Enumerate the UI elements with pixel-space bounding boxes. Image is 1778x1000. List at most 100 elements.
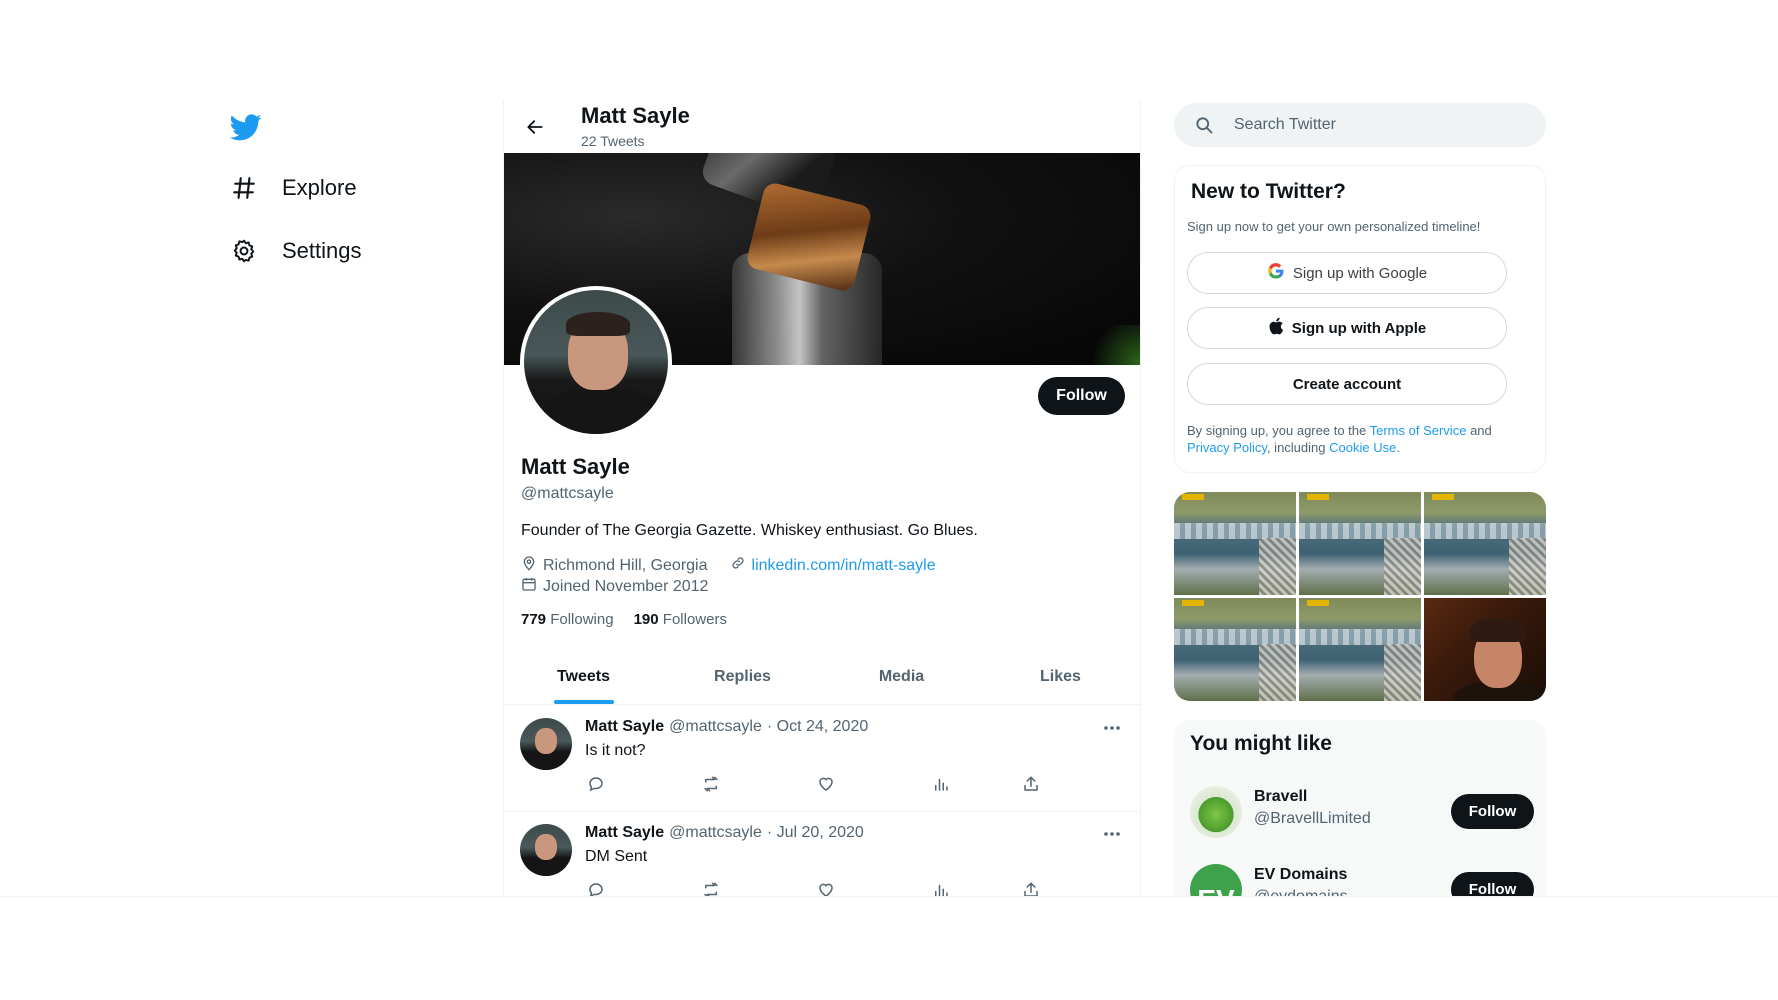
retweet-icon[interactable]: [700, 879, 722, 896]
signup-subtitle: Sign up now to get your own personalized…: [1187, 219, 1481, 234]
back-arrow-icon[interactable]: [520, 112, 550, 142]
create-account-button[interactable]: Create account: [1187, 363, 1507, 405]
profile-location: Richmond Hill, Georgia: [543, 556, 708, 574]
header-profile-name: Matt Sayle: [581, 103, 690, 128]
nav-settings[interactable]: Settings: [230, 237, 362, 265]
page-footer-blank: [0, 896, 1778, 1000]
tweet-avatar[interactable]: [520, 718, 572, 770]
profile-meta: Richmond Hill, Georgia linkedin.com/in/m…: [521, 555, 936, 576]
nav-explore-label: Explore: [282, 175, 357, 200]
suggested-handle: @BravellLimited: [1254, 810, 1371, 827]
tweet-avatar-shirt: [526, 752, 566, 770]
views-icon[interactable]: [930, 879, 952, 896]
following-stat[interactable]: 779 Following: [521, 611, 614, 628]
tweet-text: Is it not?: [585, 742, 646, 759]
media-rocks: [1384, 644, 1421, 701]
tab-replies[interactable]: Replies: [663, 650, 822, 704]
share-icon[interactable]: [1020, 879, 1042, 896]
tab-media[interactable]: Media: [822, 650, 981, 704]
signup-apple-label: Sign up with Apple: [1291, 319, 1427, 337]
cookie-link[interactable]: Cookie Use: [1329, 440, 1396, 455]
avatar-shirt: [542, 388, 662, 434]
nav-explore[interactable]: Explore: [230, 174, 357, 202]
media-thumbnail[interactable]: [1424, 598, 1546, 701]
tweet-date[interactable]: · Jul 20, 2020: [767, 824, 864, 842]
more-options-icon[interactable]: [1100, 718, 1124, 738]
media-person-hair: [1470, 618, 1526, 642]
signup-google-button[interactable]: Sign up with Google: [1187, 252, 1507, 294]
tweet-avatar-face: [535, 834, 557, 860]
media-thumbnail[interactable]: [1299, 492, 1421, 595]
search-input[interactable]: [1234, 103, 1524, 147]
tweet-header: Matt Sayle @mattcsayle · Oct 24, 2020: [585, 718, 868, 736]
media-foam: [1299, 522, 1421, 540]
profile-website-link[interactable]: linkedin.com/in/matt-sayle: [752, 557, 936, 575]
media-tag: [1307, 494, 1329, 500]
tweet-date[interactable]: · Oct 24, 2020: [767, 718, 868, 736]
profile-joined-text: Joined November 2012: [543, 577, 709, 595]
tweet-author-name[interactable]: Matt Sayle: [585, 824, 664, 842]
media-foam: [1174, 628, 1296, 646]
tweet-avatar[interactable]: [520, 824, 572, 876]
signup-apple-button[interactable]: Sign up with Apple: [1187, 307, 1507, 349]
profile-avatar[interactable]: [520, 286, 672, 438]
profile-stats: 779 Following 190 Followers: [521, 611, 727, 628]
tab-tweets[interactable]: Tweets: [504, 650, 663, 704]
reply-icon[interactable]: [585, 773, 607, 795]
tweet-item[interactable]: Matt Sayle @mattcsayle · Oct 24, 2020 Is…: [504, 706, 1140, 812]
profile-joined: Joined November 2012: [521, 576, 708, 597]
media-rocks: [1259, 538, 1296, 595]
privacy-link[interactable]: Privacy Policy: [1187, 440, 1267, 455]
like-icon[interactable]: [815, 879, 837, 896]
media-foam: [1424, 522, 1546, 540]
tweet-author-handle: @mattcsayle: [669, 718, 762, 735]
suggested-account[interactable]: Bravell @BravellLimited Follow: [1190, 784, 1534, 840]
tweet-avatar-shirt: [526, 858, 566, 876]
twitter-bird-icon[interactable]: [229, 111, 262, 143]
media-foam: [1174, 522, 1296, 540]
tweet-header: Matt Sayle @mattcsayle · Jul 20, 2020: [585, 824, 864, 842]
tweet-avatar-face: [535, 728, 557, 754]
retweet-icon[interactable]: [700, 773, 722, 795]
suggested-follow-button[interactable]: Follow: [1451, 794, 1534, 829]
signup-title: New to Twitter?: [1191, 180, 1346, 203]
suggested-avatar[interactable]: [1190, 786, 1242, 838]
nav-settings-label: Settings: [282, 238, 362, 263]
legal-period: .: [1396, 440, 1400, 455]
media-tag: [1182, 494, 1204, 500]
suggested-name[interactable]: EV Domains: [1254, 866, 1347, 884]
tweet-author-name[interactable]: Matt Sayle: [585, 718, 664, 736]
tab-likes[interactable]: Likes: [981, 650, 1140, 704]
suggested-follow-button[interactable]: Follow: [1451, 872, 1534, 896]
signup-legal-text: By signing up, you agree to the Terms of…: [1187, 422, 1527, 456]
followers-stat[interactable]: 190 Followers: [634, 611, 727, 628]
media-tag: [1432, 494, 1454, 500]
calendar-icon: [521, 576, 537, 597]
tweet-item[interactable]: Matt Sayle @mattcsayle · Jul 20, 2020 DM…: [504, 812, 1140, 896]
reply-icon[interactable]: [585, 879, 607, 896]
share-icon[interactable]: [1020, 773, 1042, 795]
followers-count: 190: [633, 611, 659, 628]
who-to-follow-title: You might like: [1190, 732, 1332, 755]
media-tag: [1182, 600, 1204, 606]
media-thumbnail[interactable]: [1299, 598, 1421, 701]
search-box: [1174, 103, 1546, 147]
media-thumbnail[interactable]: [1424, 492, 1546, 595]
media-thumbnail[interactable]: [1174, 492, 1296, 595]
following-count: 779: [521, 611, 547, 628]
google-icon: [1267, 262, 1285, 284]
follow-button[interactable]: Follow: [1038, 377, 1125, 415]
media-rocks: [1259, 644, 1296, 701]
suggested-name[interactable]: Bravell: [1254, 788, 1307, 806]
terms-link[interactable]: Terms of Service: [1370, 423, 1467, 438]
suggested-handle: @evdomains: [1254, 888, 1348, 896]
suggested-account[interactable]: EV EV Domains @evdomains Follow: [1190, 862, 1534, 896]
apple-icon: [1268, 317, 1284, 339]
avatar-hair: [566, 312, 630, 336]
media-thumbnail[interactable]: [1174, 598, 1296, 701]
views-icon[interactable]: [930, 773, 952, 795]
like-icon[interactable]: [815, 773, 837, 795]
suggested-avatar[interactable]: EV: [1190, 864, 1242, 896]
tweet-author-handle: @mattcsayle: [669, 824, 762, 841]
more-options-icon[interactable]: [1100, 824, 1124, 844]
